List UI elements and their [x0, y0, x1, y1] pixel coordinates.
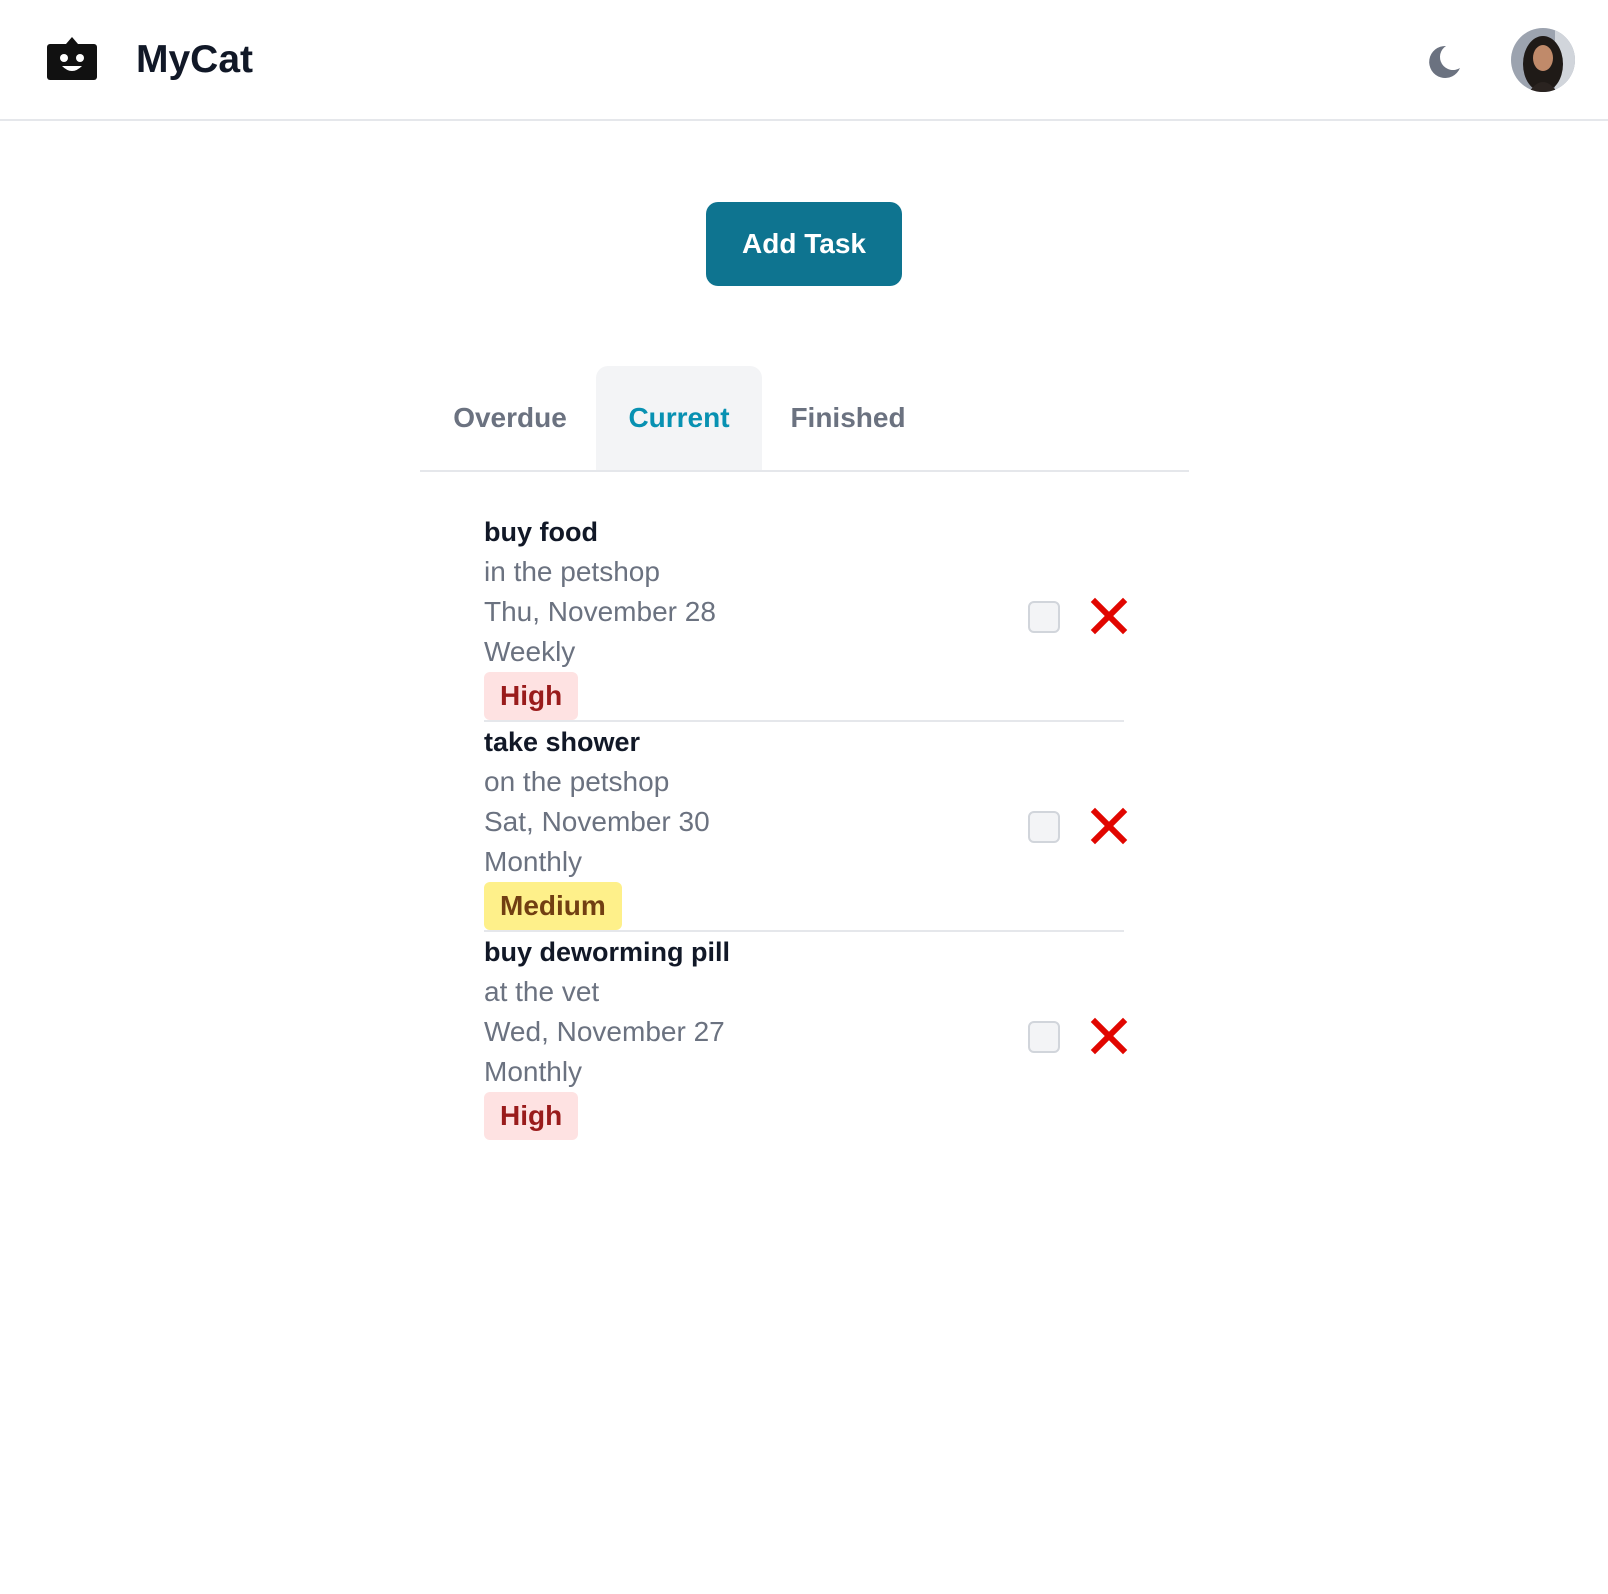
- app-title[interactable]: MyCat: [136, 36, 253, 84]
- complete-checkbox[interactable]: [1028, 811, 1060, 843]
- task-date: Sat, November 30: [484, 806, 710, 837]
- user-avatar[interactable]: [1511, 28, 1575, 92]
- avatar-image: [1511, 28, 1575, 92]
- task-description: in the petshop: [484, 556, 660, 587]
- task-description: on the petshop: [484, 766, 670, 797]
- task-item: take shower on the petshop Sat, November…: [484, 722, 1128, 932]
- task-item: buy deworming pill at the vet Wed, Novem…: [484, 932, 1128, 1142]
- tab-current[interactable]: Current: [596, 366, 762, 470]
- priority-badge: Medium: [484, 882, 622, 930]
- task-tabs: Overdue Current Finished: [420, 366, 1189, 472]
- navbar: MyCat: [0, 0, 1608, 121]
- tab-overdue[interactable]: Overdue: [420, 366, 600, 470]
- task-description: at the vet: [484, 976, 600, 1007]
- moon-icon[interactable]: [1424, 42, 1464, 82]
- priority-badge: High: [484, 672, 579, 720]
- task-date: Thu, November 28: [484, 596, 716, 627]
- task-frequency: Weekly: [484, 636, 576, 667]
- task-title: take shower: [484, 727, 641, 757]
- task-title: buy deworming pill: [484, 937, 731, 967]
- priority-badge: High: [484, 1092, 579, 1140]
- delete-icon[interactable]: [1090, 597, 1128, 635]
- delete-icon[interactable]: [1090, 1017, 1128, 1055]
- task-item: buy food in the petshop Thu, November 28…: [484, 512, 1128, 722]
- complete-checkbox[interactable]: [1028, 1021, 1060, 1053]
- robot-face-icon: [47, 37, 97, 80]
- task-title: buy food: [484, 517, 598, 547]
- complete-checkbox[interactable]: [1028, 601, 1060, 633]
- tab-finished[interactable]: Finished: [762, 366, 934, 470]
- delete-icon[interactable]: [1090, 807, 1128, 845]
- task-frequency: Monthly: [484, 1056, 583, 1087]
- task-date: Wed, November 27: [484, 1016, 725, 1047]
- add-task-button[interactable]: Add Task: [706, 202, 902, 286]
- task-frequency: Monthly: [484, 846, 583, 877]
